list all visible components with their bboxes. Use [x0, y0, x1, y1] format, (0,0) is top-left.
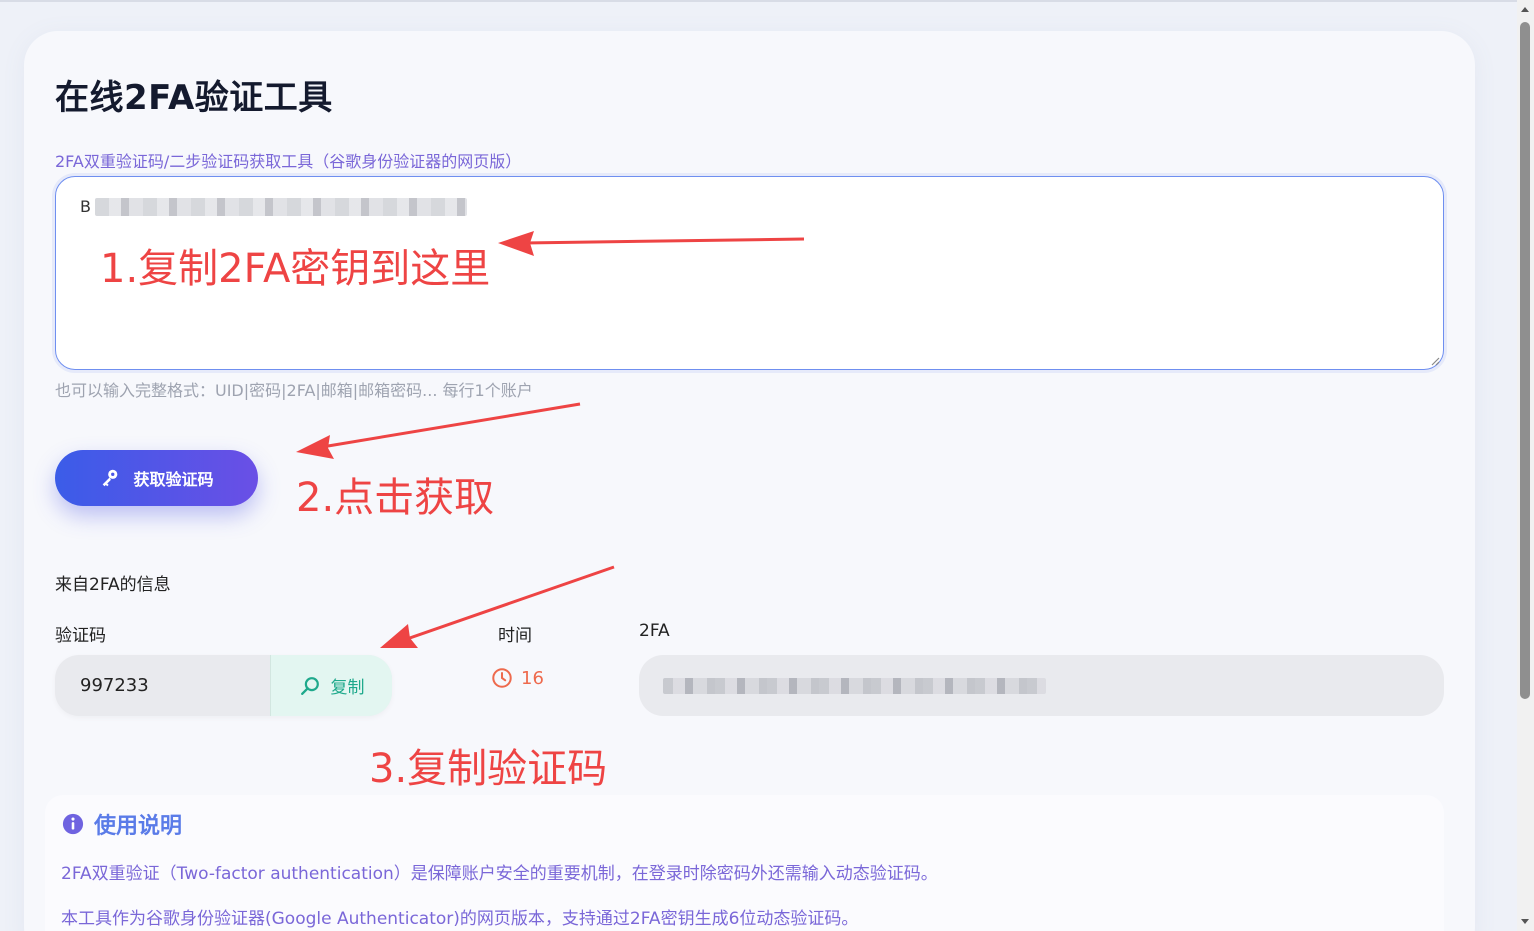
copy-button[interactable]: 复制 — [270, 655, 392, 716]
page-subtitle: 2FA双重验证码/二步验证码获取工具（谷歌身份验证器的网页版） — [55, 152, 522, 171]
redacted-twofa — [663, 677, 1046, 694]
redacted-secret — [94, 197, 467, 216]
code-value-field[interactable]: 997233 — [55, 655, 270, 716]
code-column-label: 验证码 — [55, 626, 106, 646]
scroll-thumb[interactable] — [1520, 22, 1530, 699]
scroll-up-icon[interactable] — [1519, 4, 1531, 16]
input-hint: 也可以输入完整格式：UID|密码|2FA|邮箱|邮箱密码... 每行1个账户 — [55, 381, 533, 400]
help-title-text: 使用说明 — [94, 814, 183, 839]
get-code-label: 获取验证码 — [133, 470, 214, 489]
clock-icon — [492, 668, 512, 688]
copy-label: 复制 — [330, 678, 365, 698]
result-section-label: 来自2FA的信息 — [55, 575, 171, 595]
help-title: 使用说明 — [62, 808, 182, 840]
get-code-button[interactable]: 获取验证码 — [55, 450, 258, 506]
twofa-column-label: 2FA — [639, 621, 670, 641]
page-title: 在线2FA验证工具 — [55, 78, 333, 118]
scroll-down-icon[interactable] — [1519, 915, 1531, 927]
window-top-border — [0, 0, 1534, 2]
search-icon — [300, 676, 319, 695]
help-line-1: 2FA双重验证（Two-factor authentication）是保障账户安… — [61, 864, 938, 884]
info-icon — [62, 813, 84, 835]
help-line-2: 本工具作为谷歌身份验证器(Google Authenticator)的网页版本，… — [61, 909, 859, 929]
secret-input-value: B — [80, 197, 467, 216]
key-icon — [103, 469, 118, 487]
annotation-step1: 1.复制2FA密钥到这里 — [100, 246, 491, 292]
secret-prefix: B — [80, 197, 91, 216]
annotation-step3: 3.复制验证码 — [369, 746, 608, 792]
twofa-value-field[interactable] — [639, 655, 1444, 716]
resize-handle-icon[interactable] — [1430, 356, 1440, 366]
annotation-step2: 2.点击获取 — [296, 475, 495, 521]
time-remaining: 16 — [521, 667, 544, 689]
time-column-label: 时间 — [498, 626, 532, 646]
countdown-timer: 16 — [491, 667, 544, 689]
code-field-group: 997233 复制 — [55, 655, 392, 716]
